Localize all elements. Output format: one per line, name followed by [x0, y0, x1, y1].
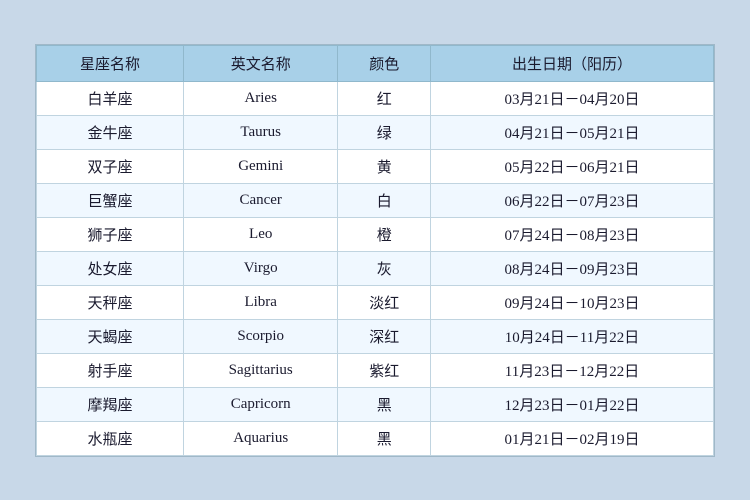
cell-color: 红: [338, 81, 431, 115]
cell-chinese-name: 金牛座: [37, 115, 184, 149]
table-row: 天秤座Libra淡红09月24日－10月23日: [37, 285, 714, 319]
table-row: 水瓶座Aquarius黑01月21日－02月19日: [37, 421, 714, 455]
cell-dates: 08月24日－09月23日: [430, 251, 713, 285]
header-chinese-name: 星座名称: [37, 45, 184, 81]
table-row: 摩羯座Capricorn黑12月23日－01月22日: [37, 387, 714, 421]
cell-color: 淡红: [338, 285, 431, 319]
cell-color: 灰: [338, 251, 431, 285]
table-row: 狮子座Leo橙07月24日－08月23日: [37, 217, 714, 251]
cell-color: 橙: [338, 217, 431, 251]
table-row: 巨蟹座Cancer白06月22日－07月23日: [37, 183, 714, 217]
cell-dates: 12月23日－01月22日: [430, 387, 713, 421]
cell-english-name: Aries: [183, 81, 337, 115]
cell-chinese-name: 白羊座: [37, 81, 184, 115]
cell-chinese-name: 天秤座: [37, 285, 184, 319]
cell-english-name: Gemini: [183, 149, 337, 183]
cell-dates: 10月24日－11月22日: [430, 319, 713, 353]
header-english-name: 英文名称: [183, 45, 337, 81]
table-header-row: 星座名称 英文名称 颜色 出生日期（阳历）: [37, 45, 714, 81]
zodiac-table-container: 星座名称 英文名称 颜色 出生日期（阳历） 白羊座Aries红03月21日－04…: [35, 44, 715, 457]
table-row: 处女座Virgo灰08月24日－09月23日: [37, 251, 714, 285]
cell-english-name: Aquarius: [183, 421, 337, 455]
cell-english-name: Libra: [183, 285, 337, 319]
cell-chinese-name: 处女座: [37, 251, 184, 285]
cell-dates: 07月24日－08月23日: [430, 217, 713, 251]
cell-english-name: Scorpio: [183, 319, 337, 353]
cell-dates: 11月23日－12月22日: [430, 353, 713, 387]
table-row: 金牛座Taurus绿04月21日－05月21日: [37, 115, 714, 149]
cell-english-name: Capricorn: [183, 387, 337, 421]
cell-color: 黑: [338, 387, 431, 421]
cell-color: 深红: [338, 319, 431, 353]
cell-color: 紫红: [338, 353, 431, 387]
cell-chinese-name: 狮子座: [37, 217, 184, 251]
table-row: 射手座Sagittarius紫红11月23日－12月22日: [37, 353, 714, 387]
table-row: 天蝎座Scorpio深红10月24日－11月22日: [37, 319, 714, 353]
cell-dates: 03月21日－04月20日: [430, 81, 713, 115]
cell-english-name: Sagittarius: [183, 353, 337, 387]
cell-chinese-name: 水瓶座: [37, 421, 184, 455]
table-row: 白羊座Aries红03月21日－04月20日: [37, 81, 714, 115]
cell-color: 白: [338, 183, 431, 217]
cell-dates: 09月24日－10月23日: [430, 285, 713, 319]
cell-color: 绿: [338, 115, 431, 149]
header-color: 颜色: [338, 45, 431, 81]
cell-english-name: Leo: [183, 217, 337, 251]
cell-color: 黑: [338, 421, 431, 455]
cell-dates: 04月21日－05月21日: [430, 115, 713, 149]
cell-english-name: Cancer: [183, 183, 337, 217]
cell-chinese-name: 天蝎座: [37, 319, 184, 353]
cell-dates: 01月21日－02月19日: [430, 421, 713, 455]
cell-chinese-name: 射手座: [37, 353, 184, 387]
cell-dates: 06月22日－07月23日: [430, 183, 713, 217]
table-row: 双子座Gemini黄05月22日－06月21日: [37, 149, 714, 183]
cell-english-name: Virgo: [183, 251, 337, 285]
header-dates: 出生日期（阳历）: [430, 45, 713, 81]
cell-chinese-name: 双子座: [37, 149, 184, 183]
zodiac-table: 星座名称 英文名称 颜色 出生日期（阳历） 白羊座Aries红03月21日－04…: [36, 45, 714, 456]
cell-color: 黄: [338, 149, 431, 183]
cell-chinese-name: 摩羯座: [37, 387, 184, 421]
cell-chinese-name: 巨蟹座: [37, 183, 184, 217]
cell-dates: 05月22日－06月21日: [430, 149, 713, 183]
cell-english-name: Taurus: [183, 115, 337, 149]
